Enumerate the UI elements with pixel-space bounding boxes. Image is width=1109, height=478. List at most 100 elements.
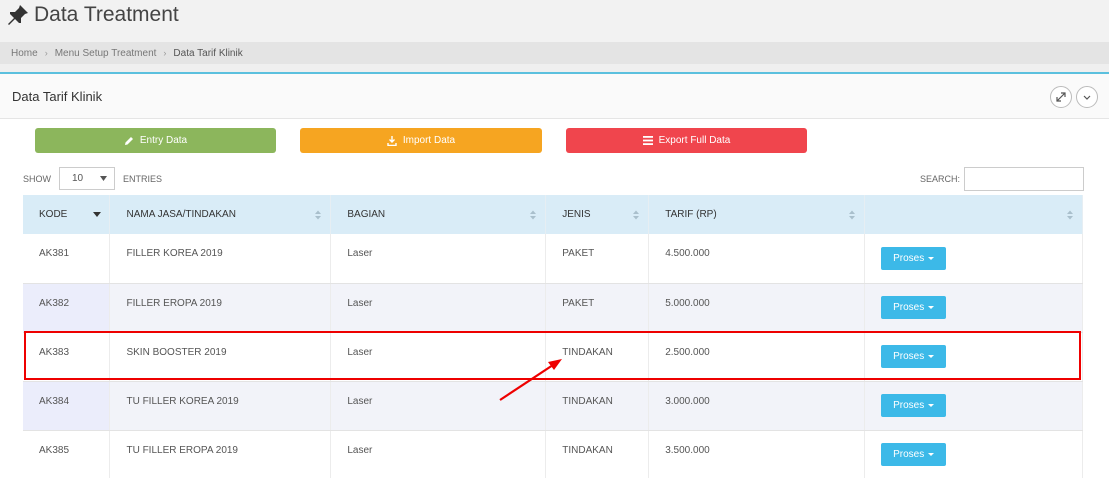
breadcrumb-separator-icon: › bbox=[44, 48, 48, 58]
table-row: AK382 FILLER EROPA 2019 Laser PAKET 5.00… bbox=[23, 283, 1083, 333]
cell-bagian: Laser bbox=[330, 283, 547, 333]
breadcrumb-menu-setup[interactable]: Menu Setup Treatment bbox=[55, 48, 157, 59]
cell-tarif: 5.000.000 bbox=[648, 283, 866, 333]
table-header-row: KODE NAMA JASA/TINDAKAN BAGIAN JENIS TAR… bbox=[23, 195, 1083, 234]
cell-bagian: Laser bbox=[330, 234, 547, 284]
column-header-bagian[interactable]: BAGIAN bbox=[330, 195, 547, 234]
caret-down-icon bbox=[928, 404, 935, 407]
page-header: Data Treatment bbox=[0, 0, 1109, 42]
cell-action: Proses bbox=[864, 430, 1083, 478]
proses-dropdown-button[interactable]: Proses bbox=[881, 394, 947, 417]
proses-label: Proses bbox=[893, 400, 925, 411]
entry-data-label: Entry Data bbox=[139, 135, 188, 146]
cell-kode: AK382 bbox=[23, 283, 111, 333]
search-input[interactable] bbox=[964, 167, 1085, 191]
panel-heading: Data Tarif Klinik bbox=[0, 74, 1109, 119]
cell-jenis: TINDAKAN bbox=[545, 332, 650, 382]
sort-both-icon bbox=[633, 210, 640, 220]
cell-bagian: Laser bbox=[330, 332, 547, 382]
cell-tarif: 2.500.000 bbox=[648, 332, 866, 382]
cell-action: Proses bbox=[864, 332, 1083, 382]
cell-kode: AK381 bbox=[23, 234, 111, 284]
cell-tarif: 4.500.000 bbox=[648, 234, 866, 284]
expand-icon bbox=[1056, 92, 1066, 102]
proses-dropdown-button[interactable]: Proses bbox=[881, 246, 947, 270]
dropdown-caret-icon bbox=[100, 176, 107, 181]
cell-nama: TU FILLER EROPA 2019 bbox=[109, 430, 332, 478]
tarif-table: KODE NAMA JASA/TINDAKAN BAGIAN JENIS TAR… bbox=[23, 195, 1083, 478]
cell-tarif: 3.500.000 bbox=[648, 430, 866, 478]
proses-label: Proses bbox=[893, 449, 925, 460]
chevron-down-icon bbox=[1083, 95, 1091, 100]
caret-down-icon bbox=[928, 453, 935, 456]
column-header-label: TARIF (RP) bbox=[665, 209, 717, 220]
caret-down-icon bbox=[928, 306, 935, 309]
column-header-kode[interactable]: KODE bbox=[23, 195, 111, 234]
column-header-label: KODE bbox=[39, 209, 68, 220]
entry-data-button[interactable]: Entry Data bbox=[35, 128, 276, 153]
sort-both-icon bbox=[315, 210, 322, 220]
proses-dropdown-button[interactable]: Proses bbox=[881, 345, 947, 368]
search-label: SEARCH: bbox=[920, 174, 961, 184]
export-full-data-button[interactable]: Export Full Data bbox=[566, 128, 807, 153]
column-header-jenis[interactable]: JENIS bbox=[545, 195, 650, 234]
cell-nama: SKIN BOOSTER 2019 bbox=[109, 332, 332, 382]
proses-label: Proses bbox=[893, 351, 925, 362]
cell-action: Proses bbox=[864, 283, 1083, 333]
sort-both-icon bbox=[849, 210, 856, 220]
table-row: AK384 TU FILLER KOREA 2019 Laser TINDAKA… bbox=[23, 381, 1083, 431]
breadcrumb-current: Data Tarif Klinik bbox=[173, 47, 243, 59]
import-data-label: Import Data bbox=[402, 135, 456, 146]
cell-kode: AK383 bbox=[23, 332, 111, 382]
import-icon bbox=[387, 135, 397, 146]
list-icon bbox=[642, 136, 653, 145]
entries-label: ENTRIES bbox=[123, 173, 163, 184]
proses-label: Proses bbox=[893, 252, 925, 264]
caret-down-icon bbox=[928, 355, 935, 358]
cell-nama: TU FILLER KOREA 2019 bbox=[109, 381, 332, 431]
entries-select[interactable]: 10 bbox=[59, 167, 115, 190]
cell-action: Proses bbox=[864, 381, 1083, 431]
pencil-icon bbox=[124, 136, 133, 145]
cell-nama: FILLER EROPA 2019 bbox=[109, 283, 332, 333]
cell-bagian: Laser bbox=[330, 381, 547, 431]
sort-both-icon bbox=[530, 210, 537, 220]
sort-desc-icon bbox=[93, 212, 102, 217]
show-label: SHOW bbox=[23, 173, 51, 184]
import-data-button[interactable]: Import Data bbox=[300, 128, 542, 153]
entries-value: 10 bbox=[72, 173, 84, 184]
proses-label: Proses bbox=[893, 302, 925, 313]
show-entries-control: SHOW 10 ENTRIES bbox=[23, 167, 162, 190]
column-header-nama[interactable]: NAMA JASA/TINDAKAN bbox=[109, 195, 332, 234]
table-row: AK381 FILLER KOREA 2019 Laser PAKET 4.50… bbox=[23, 234, 1083, 284]
cell-kode: AK385 bbox=[23, 430, 111, 478]
column-header-label: JENIS bbox=[562, 209, 591, 220]
column-header-label: NAMA JASA/TINDAKAN bbox=[126, 209, 236, 220]
column-header-action[interactable] bbox=[864, 195, 1083, 234]
collapse-button[interactable] bbox=[1076, 86, 1098, 108]
breadcrumb: Home › Menu Setup Treatment › Data Tarif… bbox=[0, 42, 1109, 64]
cell-jenis: PAKET bbox=[545, 283, 650, 333]
cell-tarif: 3.000.000 bbox=[648, 381, 866, 431]
column-header-label: BAGIAN bbox=[347, 209, 386, 220]
table-row: AK383 SKIN BOOSTER 2019 Laser TINDAKAN 2… bbox=[23, 332, 1083, 382]
proses-dropdown-button[interactable]: Proses bbox=[881, 443, 947, 466]
cell-nama: FILLER KOREA 2019 bbox=[109, 234, 332, 284]
cell-jenis: TINDAKAN bbox=[545, 381, 650, 431]
table-row: AK385 TU FILLER EROPA 2019 Laser TINDAKA… bbox=[23, 430, 1083, 478]
caret-down-icon bbox=[928, 256, 935, 260]
export-full-data-label: Export Full Data bbox=[658, 135, 731, 146]
expand-button[interactable] bbox=[1050, 86, 1072, 108]
cell-kode: AK384 bbox=[23, 381, 111, 431]
search-control: SEARCH: bbox=[920, 167, 1085, 191]
column-header-tarif[interactable]: TARIF (RP) bbox=[648, 195, 866, 234]
page-title: Data Treatment bbox=[34, 3, 179, 26]
panel-title: Data Tarif Klinik bbox=[12, 88, 103, 104]
cell-action: Proses bbox=[864, 234, 1083, 284]
pushpin-icon bbox=[8, 5, 28, 25]
sort-both-icon bbox=[1067, 210, 1073, 220]
proses-dropdown-button[interactable]: Proses bbox=[881, 296, 947, 319]
cell-jenis: TINDAKAN bbox=[545, 430, 650, 478]
breadcrumb-separator-icon: › bbox=[163, 48, 167, 58]
breadcrumb-home[interactable]: Home bbox=[11, 48, 38, 59]
